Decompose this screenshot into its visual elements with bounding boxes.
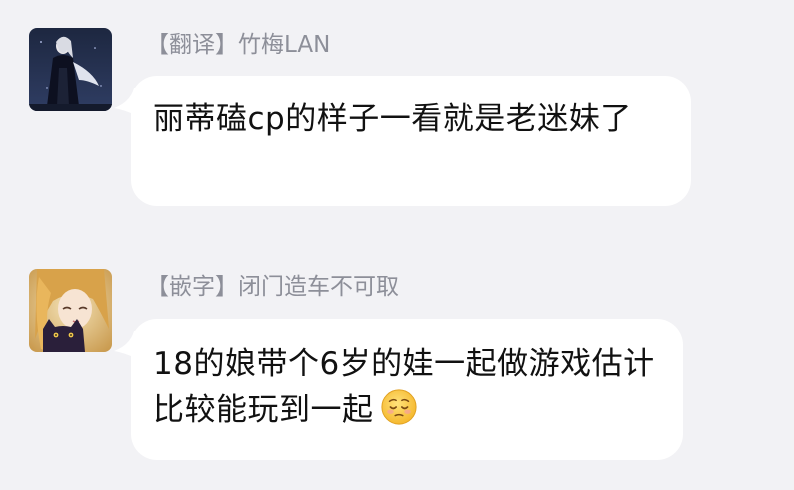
message-text-wrapper: 18的娘带个6岁的娃一起做游戏估计比较能玩到一起 (153, 341, 659, 433)
chat-message-list: 【翻译】竹梅LAN 丽蒂磕cp的样子一看就是老迷妹了 【嵌字】闭门造车不可取 1… (0, 0, 794, 490)
anime-character-dark-avatar-icon (29, 28, 112, 111)
avatar[interactable] (29, 269, 112, 352)
sender-name[interactable]: 【翻译】竹梅LAN (146, 30, 330, 60)
message-text: 丽蒂磕cp的样子一看就是老迷妹了 (153, 101, 632, 137)
message-bubble[interactable]: 18的娘带个6岁的娃一起做游戏估计比较能玩到一起 (131, 319, 683, 460)
pleading-face-emoji-icon (380, 389, 417, 425)
sender-name[interactable]: 【嵌字】闭门造车不可取 (146, 272, 399, 302)
anime-girl-with-black-cat-avatar-icon (29, 269, 112, 352)
message-bubble[interactable]: 丽蒂磕cp的样子一看就是老迷妹了 (131, 76, 691, 206)
avatar[interactable] (29, 28, 112, 111)
